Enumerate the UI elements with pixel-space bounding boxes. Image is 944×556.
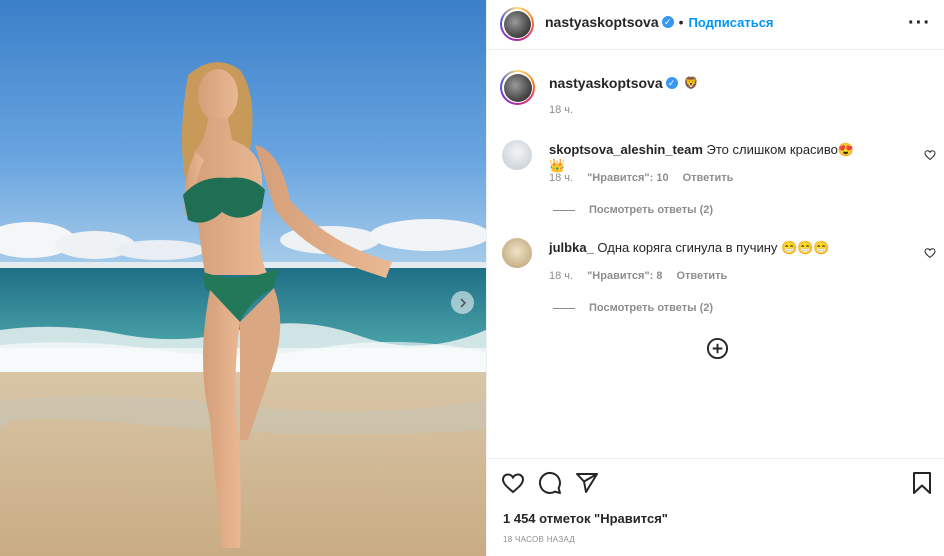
divider-line (553, 209, 575, 211)
carousel-next-button[interactable] (451, 291, 474, 314)
post-photo (0, 0, 486, 556)
comment-likes-count[interactable]: "Нравится": 10 (587, 172, 668, 184)
view-replies-button[interactable]: Посмотреть ответы (2) (553, 204, 713, 216)
comment-likes-count[interactable]: "Нравится": 8 (587, 270, 662, 282)
verified-badge-icon: ✓ (661, 16, 674, 28)
comment-time: 18 ч. (549, 270, 574, 282)
view-replies-label: Посмотреть ответы (2) (589, 302, 714, 314)
instagram-post: nastyaskoptsova ✓ • Подписаться ··· nast… (0, 0, 944, 556)
post-time-ago: 18 ЧАСОВ НАЗАД (503, 535, 576, 544)
beach-photo-image (0, 0, 486, 556)
share-icon[interactable] (575, 471, 599, 495)
comment-like-heart-icon[interactable] (924, 247, 936, 259)
comment-like-heart-icon[interactable] (924, 149, 936, 161)
chevron-right-icon (459, 297, 466, 308)
likes-count[interactable]: 1 454 отметок "Нравится" (503, 511, 668, 526)
comment-username[interactable]: julbka_ (549, 240, 594, 255)
follow-button[interactable]: Подписаться (689, 15, 774, 30)
caption-username[interactable]: nastyaskoptsova (549, 75, 663, 91)
author-avatar[interactable] (500, 7, 534, 41)
comment-avatar[interactable] (502, 238, 532, 268)
caption-time: 18 ч. (549, 104, 574, 116)
comment-icon[interactable] (538, 471, 562, 495)
post-actions-bar: 1 454 отметок "Нравится" 18 ЧАСОВ НАЗАД (487, 458, 944, 556)
comment-time: 18 ч. (549, 172, 574, 184)
bookmark-icon[interactable] (911, 471, 933, 495)
view-replies-button[interactable]: Посмотреть ответы (2) (553, 302, 713, 314)
comment-reply-button[interactable]: Ответить (683, 172, 734, 184)
post-side-panel: nastyaskoptsova ✓ • Подписаться ··· nast… (486, 0, 944, 556)
caption-avatar[interactable] (500, 70, 535, 105)
comment-avatar[interactable] (502, 140, 532, 170)
comment-text: Одна коряга сгинула в пучину 😁😁😁 (597, 240, 830, 255)
header-username[interactable]: nastyaskoptsova (545, 14, 659, 30)
more-horizontal-icon[interactable]: ··· (908, 12, 931, 35)
verified-badge-icon: ✓ (665, 77, 678, 89)
comment-reply-button[interactable]: Ответить (676, 270, 727, 282)
post-header: nastyaskoptsova ✓ • Подписаться ··· (487, 0, 944, 50)
divider-line (553, 307, 575, 309)
caption-text: 🦁 (683, 76, 699, 90)
comment-username[interactable]: skoptsova_aleshin_team (549, 142, 703, 157)
header-separator: • (678, 14, 684, 30)
plus-circle-icon[interactable] (706, 337, 729, 360)
view-replies-label: Посмотреть ответы (2) (589, 204, 714, 216)
heart-icon[interactable] (501, 471, 525, 495)
